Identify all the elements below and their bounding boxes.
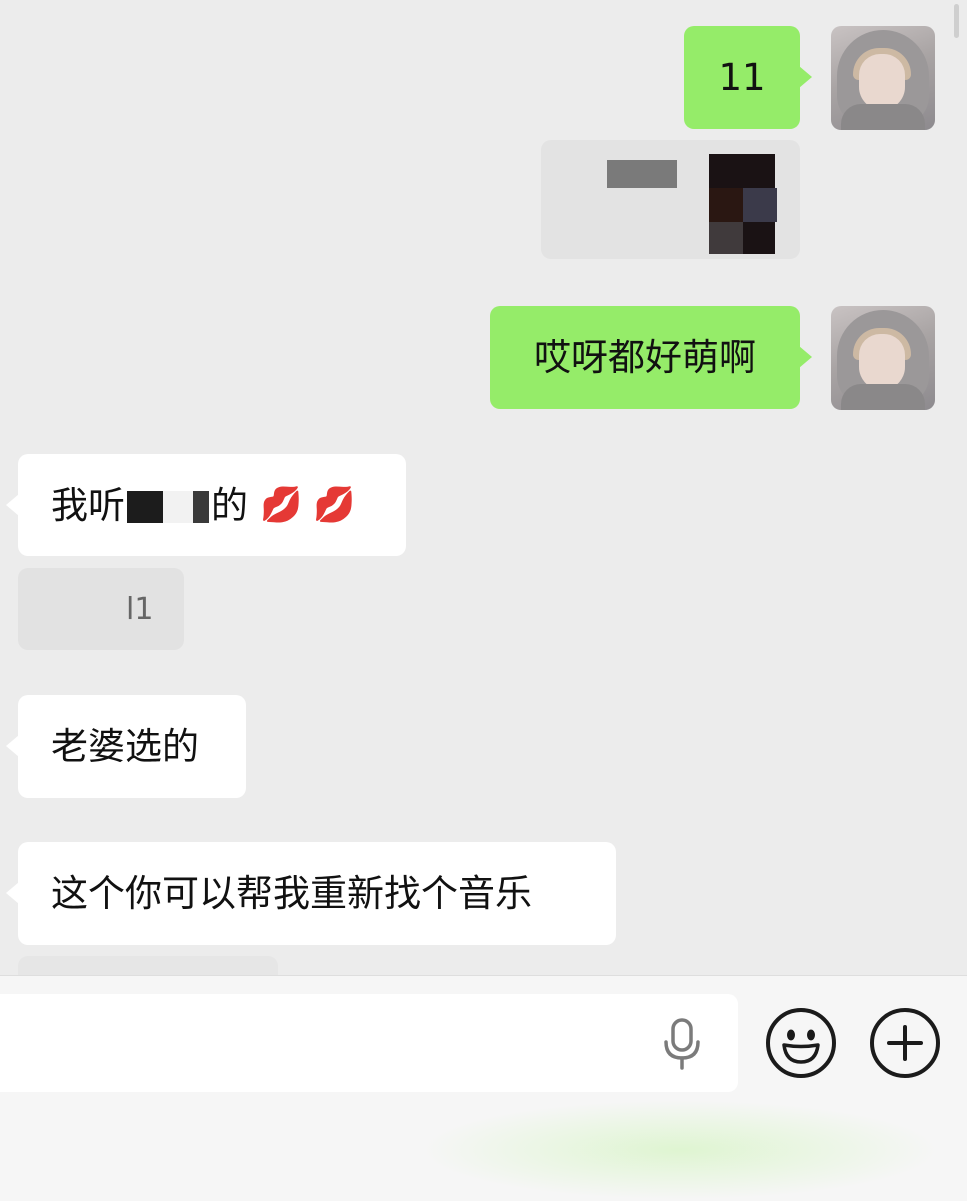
plus-icon[interactable] (870, 1008, 940, 1078)
microphone-icon[interactable] (662, 1018, 702, 1070)
my-avatar[interactable] (831, 306, 935, 410)
chat-area: 11 哎呀都好萌啊 我听 的 💋 💋 l1 老婆选的 这个你可以帮我重新找个音乐 (0, 0, 967, 975)
my-avatar[interactable] (831, 26, 935, 130)
message-text: l1 (126, 592, 154, 627)
scrollbar[interactable] (954, 4, 959, 38)
message-text-end: 的 (211, 483, 248, 527)
message-bubble-incoming-blurred[interactable]: l1 (18, 568, 184, 650)
message-text: 哎呀都好萌啊 (534, 336, 756, 379)
shared-card-outgoing[interactable] (541, 140, 800, 259)
message-text-start: 我听 (51, 483, 125, 527)
message-bubble-outgoing[interactable]: 11 (684, 26, 812, 129)
emoji-icon[interactable] (766, 1008, 836, 1078)
message-bubble-incoming-partial[interactable] (18, 956, 278, 975)
message-text: 11 (718, 56, 766, 99)
background-glow (420, 1100, 940, 1200)
message-input[interactable] (0, 994, 738, 1092)
message-bubble-incoming[interactable]: 这个你可以帮我重新找个音乐 (6, 842, 616, 945)
message-bubble-incoming[interactable]: 老婆选的 (6, 695, 246, 798)
redacted-text (127, 487, 209, 523)
message-bubble-outgoing[interactable]: 哎呀都好萌啊 (490, 306, 812, 409)
kiss-emoji: 💋 💋 (260, 485, 356, 525)
message-text: 老婆选的 (51, 725, 199, 768)
message-text: 这个你可以帮我重新找个音乐 (51, 872, 532, 915)
message-bubble-incoming[interactable]: 我听 的 💋 💋 (6, 454, 406, 556)
